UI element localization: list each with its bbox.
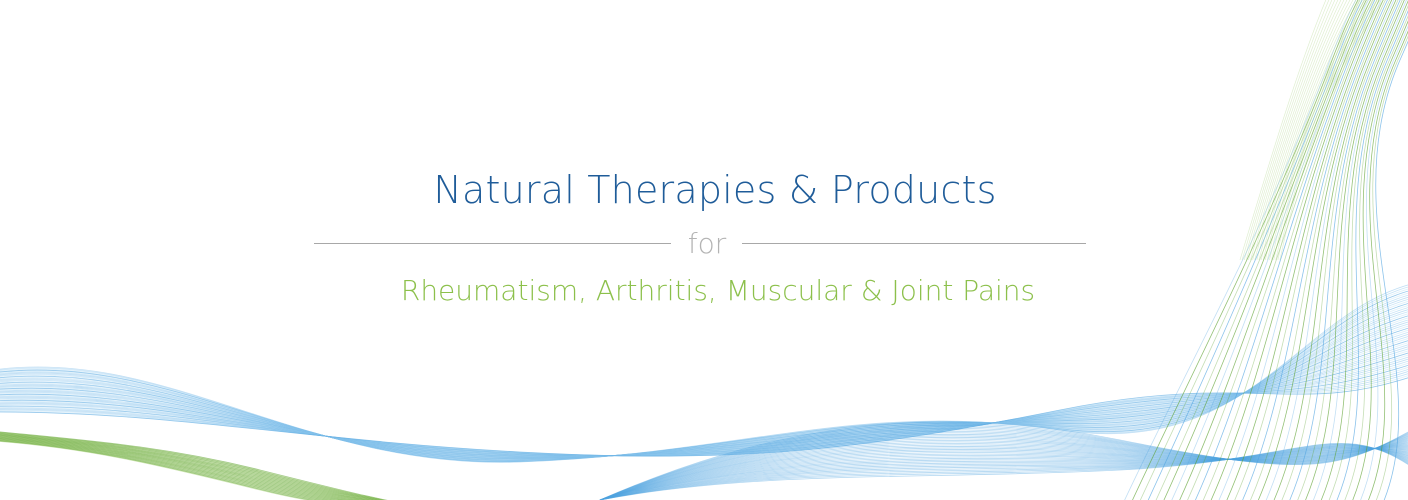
wave-line	[0, 315, 1408, 460]
banner-title: Natural Therapies & Products	[433, 168, 997, 212]
banner-subtitle: Rheumatism, Arthritis, Muscular & Joint …	[400, 274, 1036, 307]
left-green-wave-ribbon	[0, 431, 388, 500]
wave-line	[1243, 0, 1333, 261]
wave-line	[0, 323, 1408, 459]
wave-line	[0, 286, 1408, 463]
wave-line	[0, 307, 1408, 460]
wave-line	[0, 321, 1408, 459]
wave-line	[0, 290, 1408, 462]
wave-line	[0, 305, 1408, 461]
hero-banner: Natural Therapies & Products for Rheumat…	[0, 0, 1408, 500]
wave-line	[1344, 15, 1408, 500]
banner-connector-word: for	[687, 227, 727, 260]
wave-line	[0, 311, 1408, 460]
wave-line	[0, 327, 1408, 458]
wave-line	[1210, 0, 1380, 500]
wave-line	[0, 299, 1408, 461]
title-divider: for	[314, 226, 1086, 262]
divider-line-right	[742, 243, 1086, 244]
wave-line	[1281, 0, 1399, 500]
wave-line	[0, 332, 1408, 458]
wave-line	[0, 329, 1408, 458]
wave-line	[0, 313, 1408, 460]
wave-line	[1352, 20, 1408, 500]
wave-line	[1297, 0, 1403, 500]
wave-line	[0, 317, 1408, 459]
wave-line	[0, 319, 1408, 459]
wave-line	[0, 284, 1408, 463]
divider-line-left	[314, 243, 671, 244]
wave-line	[0, 297, 1408, 462]
wave-line	[0, 294, 1408, 462]
wave-line	[0, 292, 1408, 462]
wave-line	[0, 288, 1408, 463]
wave-line	[0, 309, 1408, 460]
wave-line	[0, 325, 1408, 458]
wave-line	[1275, 0, 1378, 261]
